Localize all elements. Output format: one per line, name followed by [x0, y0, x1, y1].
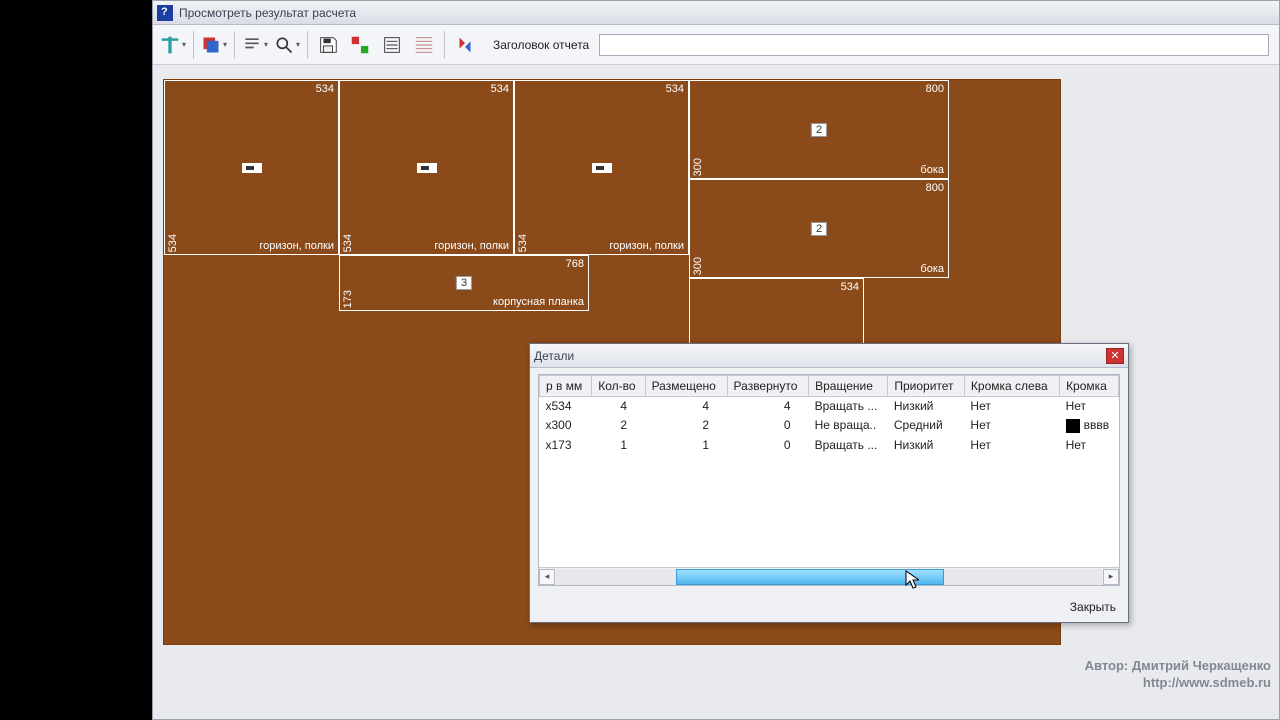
toolbar: ▾ ▾ ▾ ▾ Заголовок отчета — [153, 25, 1279, 65]
column-header[interactable]: Кромка — [1060, 376, 1119, 397]
titlebar: Просмотреть результат расчета — [153, 1, 1279, 25]
window-title: Просмотреть результат расчета — [179, 6, 356, 20]
column-header[interactable]: р в мм — [540, 376, 592, 397]
column-header[interactable]: Развернуто — [727, 376, 809, 397]
author-credit: Автор: Дмитрий Черкащенко http://www.sdm… — [1085, 657, 1271, 691]
column-header[interactable]: Приоритет — [888, 376, 965, 397]
dialog-titlebar[interactable]: Детали ✕ — [530, 344, 1128, 368]
cut-piece[interactable]: 800300бока2 — [689, 80, 949, 179]
tool-save-icon[interactable] — [314, 31, 342, 59]
dialog-title: Детали — [534, 349, 574, 363]
cut-piece[interactable]: 768173корпусная планка3 — [339, 255, 589, 311]
table-row[interactable]: x534444Вращать ...НизкийНетНет — [540, 397, 1119, 416]
cut-piece[interactable]: 534534горизон, полки — [514, 80, 689, 255]
scroll-left-arrow[interactable]: ◂ — [539, 569, 555, 585]
scroll-thumb[interactable] — [676, 569, 944, 585]
main-window: Просмотреть результат расчета ▾ ▾ ▾ ▾ — [152, 0, 1280, 720]
tool-grid-icon[interactable] — [410, 31, 438, 59]
tool-list-icon[interactable]: ▾ — [241, 31, 269, 59]
dialog-body: р в ммКол-воРазмещеноРазвернутоВращениеП… — [538, 374, 1120, 586]
cut-piece[interactable]: 534534горизон, полки — [164, 80, 339, 255]
details-table[interactable]: р в ммКол-воРазмещеноРазвернутоВращениеП… — [539, 375, 1119, 455]
details-dialog: Детали ✕ р в ммКол-воРазмещеноРазвернуто… — [529, 343, 1129, 623]
tool-layers-icon[interactable]: ▾ — [200, 31, 228, 59]
column-header[interactable]: Размещено — [645, 376, 727, 397]
scroll-track[interactable] — [556, 569, 1102, 585]
cut-piece[interactable]: 534534горизон, полки — [339, 80, 514, 255]
tool-ruler-icon[interactable]: ▾ — [159, 31, 187, 59]
cut-piece[interactable]: 800300бока2 — [689, 179, 949, 278]
horizontal-scrollbar[interactable]: ◂ ▸ — [539, 567, 1119, 585]
app-icon — [157, 5, 173, 21]
tool-shapes-icon[interactable] — [346, 31, 374, 59]
tool-zoom-icon[interactable]: ▾ — [273, 31, 301, 59]
report-title-input[interactable] — [599, 34, 1269, 56]
scroll-right-arrow[interactable]: ▸ — [1103, 569, 1119, 585]
tool-refresh-icon[interactable] — [451, 31, 479, 59]
report-title-label: Заголовок отчета — [493, 38, 589, 52]
close-icon[interactable]: ✕ — [1106, 348, 1124, 364]
column-header[interactable]: Кромка слева — [964, 376, 1059, 397]
tool-settings-icon[interactable] — [378, 31, 406, 59]
table-row[interactable]: x300220Не враща..СреднийНетвввв — [540, 416, 1119, 436]
close-button[interactable]: Закрыть — [1070, 600, 1116, 614]
table-row[interactable]: x173110Вращать ...НизкийНетНет — [540, 435, 1119, 454]
column-header[interactable]: Кол-во — [592, 376, 645, 397]
column-header[interactable]: Вращение — [809, 376, 888, 397]
